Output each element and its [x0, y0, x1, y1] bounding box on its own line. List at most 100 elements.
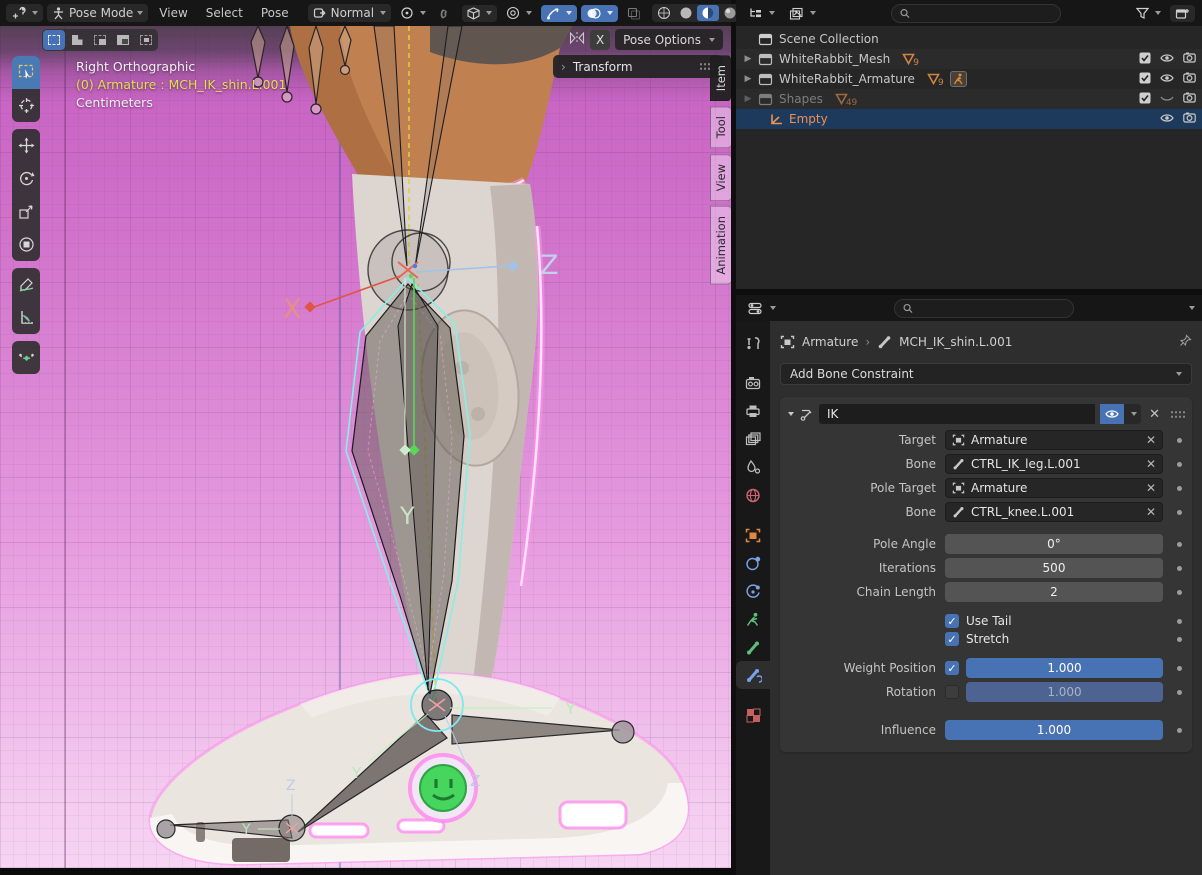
camera-render-icon[interactable] [1183, 92, 1196, 106]
outliner-row-empty[interactable]: Empty [736, 109, 1202, 129]
tab-bone-constraint[interactable] [736, 661, 770, 689]
proportional-editing-dropdown[interactable] [501, 4, 537, 22]
menu-select[interactable]: Select [199, 4, 250, 22]
shading-solid-button[interactable] [675, 5, 697, 21]
outliner-display-mode-button[interactable] [784, 5, 821, 22]
weight-position-checkbox[interactable]: ✓ [945, 661, 959, 675]
keyframe-dot[interactable] [1177, 728, 1182, 733]
xray-toggle[interactable] [622, 5, 646, 22]
tab-view[interactable]: View [710, 154, 731, 201]
keyframe-dot[interactable] [1177, 462, 1182, 467]
new-collection-button[interactable] [1170, 5, 1195, 22]
properties-options-chevron[interactable] [1189, 306, 1195, 310]
shading-wireframe-button[interactable] [653, 5, 675, 21]
pose-breakdowner-tool[interactable] [12, 341, 40, 374]
properties-editor-type-button[interactable] [743, 300, 781, 317]
eye-closed-icon[interactable] [1160, 92, 1174, 106]
keyframe-dot[interactable] [1177, 566, 1182, 571]
tab-output[interactable] [736, 397, 770, 425]
mirror-x-button[interactable]: X [590, 30, 610, 50]
transform-panel-collapsed[interactable]: › Transform [553, 55, 723, 78]
stretch-checkbox[interactable]: ✓ [945, 632, 959, 646]
heel-bone-ball[interactable] [612, 721, 634, 743]
eye-icon[interactable] [1160, 52, 1174, 66]
outliner-row-armature[interactable]: ▶ WhiteRabbit_Armature 9 [736, 69, 1202, 89]
camera-render-icon[interactable] [1183, 52, 1196, 66]
tab-texture[interactable] [736, 701, 770, 729]
chain-length-input[interactable]: 2 [945, 582, 1163, 602]
tab-physics[interactable] [736, 577, 770, 605]
iterations-input[interactable]: 500 [945, 558, 1163, 578]
rotate-tool[interactable] [12, 162, 40, 195]
filter-dropdown[interactable] [1131, 5, 1166, 21]
select-mode-subtract-button[interactable] [112, 30, 134, 50]
breadcrumb-object[interactable]: Armature [802, 335, 858, 349]
mode-dropdown[interactable]: Pose Mode [47, 4, 148, 22]
tab-object-data-armature[interactable] [736, 605, 770, 633]
outliner-editor-type-button[interactable] [743, 5, 780, 22]
tab-bone[interactable] [736, 633, 770, 661]
keyframe-dot[interactable] [1177, 619, 1182, 624]
camera-render-icon[interactable] [1183, 72, 1196, 86]
keyframe-dot[interactable] [1177, 666, 1182, 671]
constraint-enable-eye-button[interactable] [1100, 404, 1124, 424]
constraint-extras-chevron[interactable] [1124, 404, 1141, 424]
tab-animation[interactable]: Animation [710, 206, 731, 285]
use-tail-checkbox[interactable]: ✓ [945, 614, 959, 628]
properties-search-input[interactable] [918, 301, 1065, 315]
weight-position-slider[interactable]: 1.000 [966, 658, 1163, 678]
clear-x-icon[interactable]: ✕ [1146, 433, 1156, 447]
pole-bone-field[interactable]: CTRL_knee.L.001 ✕ [945, 502, 1163, 522]
snap-toggle[interactable] [435, 5, 458, 22]
menu-view[interactable]: View [152, 4, 194, 22]
disclosure-triangle-icon[interactable]: ▶ [742, 74, 754, 84]
exclude-checkbox[interactable] [1139, 92, 1151, 107]
disclosure-triangle-icon[interactable]: ▶ [742, 54, 754, 64]
add-bone-constraint-dropdown[interactable]: Add Bone Constraint [780, 363, 1192, 385]
clear-x-icon[interactable]: ✕ [1146, 481, 1156, 495]
scale-tool[interactable] [12, 195, 40, 228]
orientation-dropdown[interactable]: Normal [308, 4, 391, 22]
clear-x-icon[interactable]: ✕ [1146, 505, 1156, 519]
outliner-search-input[interactable] [915, 6, 1052, 20]
properties-search[interactable] [894, 299, 1074, 318]
outliner-row-scene-collection[interactable]: Scene Collection [736, 29, 1202, 49]
outliner-row-shapes[interactable]: ▶ Shapes 49 [736, 89, 1202, 109]
eye-icon[interactable] [1160, 112, 1174, 126]
keyframe-dot[interactable] [1177, 690, 1182, 695]
pin-icon[interactable] [1179, 334, 1192, 350]
eye-icon[interactable] [1160, 72, 1174, 86]
select-mode-extend-button[interactable] [89, 30, 111, 50]
editor-type-button[interactable] [6, 4, 43, 22]
exclude-checkbox[interactable] [1139, 52, 1151, 67]
outliner-search[interactable] [891, 4, 1061, 23]
pole-target-field[interactable]: Armature ✕ [945, 478, 1163, 498]
viewport-canvas[interactable]: X Z Y Y Y Z [0, 26, 731, 868]
keyframe-dot[interactable] [1177, 637, 1182, 642]
keyframe-dot[interactable] [1177, 486, 1182, 491]
tab-constraints[interactable] [736, 549, 770, 577]
tab-tool[interactable] [736, 329, 770, 357]
transform-tool[interactable] [12, 228, 40, 261]
overlays-toggle[interactable] [581, 5, 618, 22]
toe-bone-ball[interactable] [157, 820, 175, 838]
select-mode-set-button[interactable] [43, 30, 65, 50]
breadcrumb-bone[interactable]: MCH_IK_shin.L.001 [899, 335, 1012, 349]
move-tool[interactable] [12, 129, 40, 162]
cursor-tool[interactable] [12, 89, 40, 122]
pivot-point-dropdown[interactable] [395, 4, 431, 22]
constraint-name-field[interactable]: IK [819, 404, 1095, 424]
rotation-checkbox[interactable]: ✓ [945, 685, 959, 699]
tab-world[interactable] [736, 481, 770, 509]
tab-render[interactable] [736, 369, 770, 397]
keyframe-dot[interactable] [1177, 438, 1182, 443]
menu-pose[interactable]: Pose [254, 4, 296, 22]
tab-view-layer[interactable] [736, 425, 770, 453]
influence-slider[interactable]: 1.000 [945, 720, 1163, 740]
rotation-slider[interactable]: 1.000 [966, 682, 1163, 702]
outliner-row-mesh[interactable]: ▶ WhiteRabbit_Mesh 9 [736, 49, 1202, 69]
annotate-tool[interactable] [12, 268, 40, 301]
camera-render-icon[interactable] [1183, 112, 1196, 126]
select-mode-new-button[interactable] [66, 30, 88, 50]
target-field[interactable]: Armature ✕ [945, 430, 1163, 450]
